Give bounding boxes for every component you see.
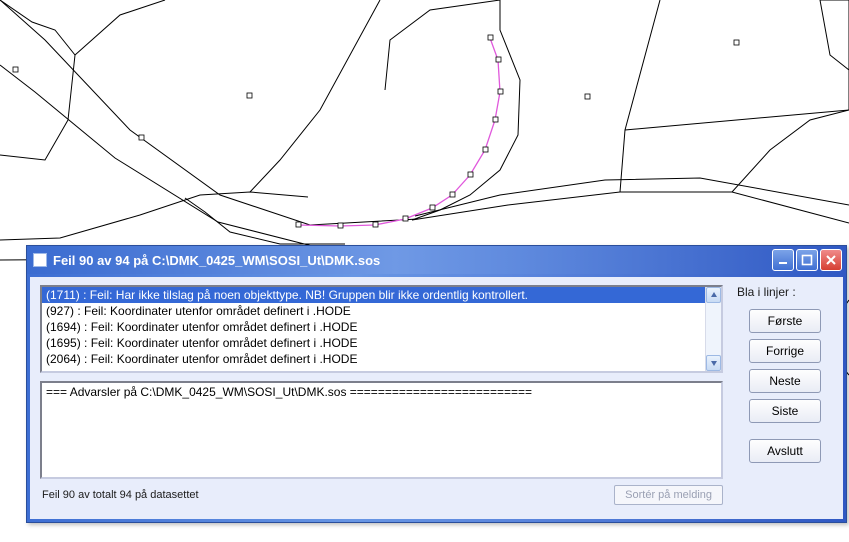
error-list[interactable]: (1711) : Feil: Har ikke tilslag på noen …	[40, 285, 723, 373]
close-dialog-button[interactable]: Avslutt	[749, 439, 821, 463]
error-list-row[interactable]: (1695) : Feil: Koordinater utenfor områd…	[42, 335, 705, 351]
nav-label: Bla i linjer :	[737, 285, 833, 299]
warnings-textbox[interactable]: === Advarsler på C:\DMK_0425_WM\SOSI_Ut\…	[40, 381, 723, 479]
titlebar[interactable]: Feil 90 av 94 på C:\DMK_0425_WM\SOSI_Ut\…	[27, 246, 846, 274]
first-button[interactable]: Første	[749, 309, 821, 333]
app-icon	[33, 253, 47, 267]
next-button[interactable]: Neste	[749, 369, 821, 393]
scroll-track[interactable]	[706, 303, 721, 355]
error-list-row[interactable]: (1711) : Feil: Har ikke tilslag på noen …	[42, 287, 705, 303]
window-title: Feil 90 av 94 på C:\DMK_0425_WM\SOSI_Ut\…	[53, 253, 772, 268]
sort-button[interactable]: Sortér på melding	[614, 485, 723, 505]
error-list-row[interactable]: (927) : Feil: Koordinater utenfor område…	[42, 303, 705, 319]
status-text: Feil 90 av totalt 94 på datasettet	[40, 489, 602, 501]
error-list-row[interactable]: (1694) : Feil: Koordinater utenfor områd…	[42, 319, 705, 335]
error-dialog: Feil 90 av 94 på C:\DMK_0425_WM\SOSI_Ut\…	[26, 245, 847, 523]
close-button[interactable]	[820, 249, 842, 271]
scroll-up-button[interactable]	[706, 287, 721, 303]
last-button[interactable]: Siste	[749, 399, 821, 423]
warnings-text: === Advarsler på C:\DMK_0425_WM\SOSI_Ut\…	[46, 385, 532, 399]
scroll-down-button[interactable]	[706, 355, 721, 371]
scrollbar[interactable]	[705, 287, 721, 371]
error-list-row[interactable]: (2064) : Feil: Koordinater utenfor områd…	[42, 351, 705, 367]
maximize-button[interactable]	[796, 249, 818, 271]
minimize-button[interactable]	[772, 249, 794, 271]
prev-button[interactable]: Forrige	[749, 339, 821, 363]
